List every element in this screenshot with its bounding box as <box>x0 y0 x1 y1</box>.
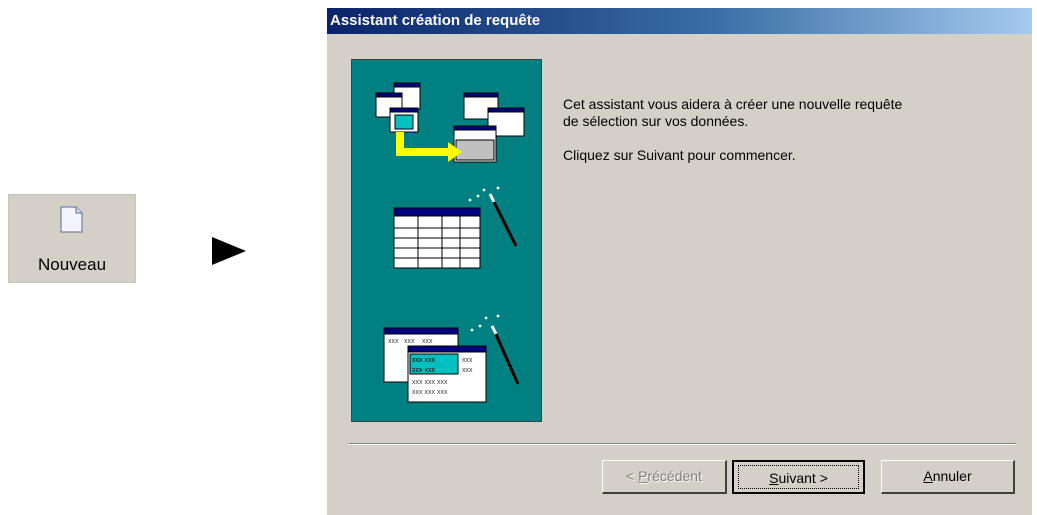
svg-text:xxx xxx: xxx xxx <box>412 367 435 374</box>
svg-text:xxx xxx: xxx xxx <box>412 357 435 364</box>
cancel-button[interactable]: Annuler <box>881 460 1015 494</box>
crosstab-wizard-icon: xxx xxx xxx xxx xxx xxx xxx xxx xxx xxx xxx … <box>383 314 520 403</box>
separator <box>349 443 1016 445</box>
table-wizard-icon <box>393 186 518 269</box>
svg-text:xxx: xxx <box>388 338 399 345</box>
dialog-title: Assistant création de requête <box>330 12 541 29</box>
arrow-right-icon <box>212 237 246 265</box>
svg-text:xxx xxx xxx: xxx xxx xxx <box>412 379 448 386</box>
query-wizard-dialog: Assistant création de requête xxx xxx xx… <box>327 8 1032 515</box>
wizard-illustration-panel: xxx xxx xxx xxx xxx xxx xxx xxx xxx xxx xxx … <box>351 59 542 422</box>
svg-text:xxx xxx xxx: xxx xxx xxx <box>412 389 448 396</box>
intro-line-3: Cliquez sur Suivant pour commencer. <box>563 147 796 163</box>
intro-line-1: Cet assistant vous aidera à créer une no… <box>563 96 903 112</box>
svg-text:xxx: xxx <box>462 357 473 364</box>
next-button[interactable]: Suivant > <box>732 460 865 494</box>
svg-text:xxx: xxx <box>422 338 433 345</box>
focus-rectangle: Suivant > <box>738 465 859 489</box>
wizard-intro-text: Cet assistant vous aidera à créer une no… <box>563 96 983 164</box>
tables-join-icon <box>375 82 525 163</box>
svg-text:xxx: xxx <box>404 338 415 345</box>
new-button[interactable]: Nouveau <box>8 194 136 283</box>
intro-line-2: de sélection sur vos données. <box>563 113 749 129</box>
title-bar[interactable]: Assistant création de requête <box>327 8 1032 34</box>
document-icon <box>60 206 83 233</box>
new-button-label: Nouveau <box>37 255 107 274</box>
svg-text:xxx: xxx <box>462 367 473 374</box>
previous-button[interactable]: < Précédent <box>602 460 727 494</box>
